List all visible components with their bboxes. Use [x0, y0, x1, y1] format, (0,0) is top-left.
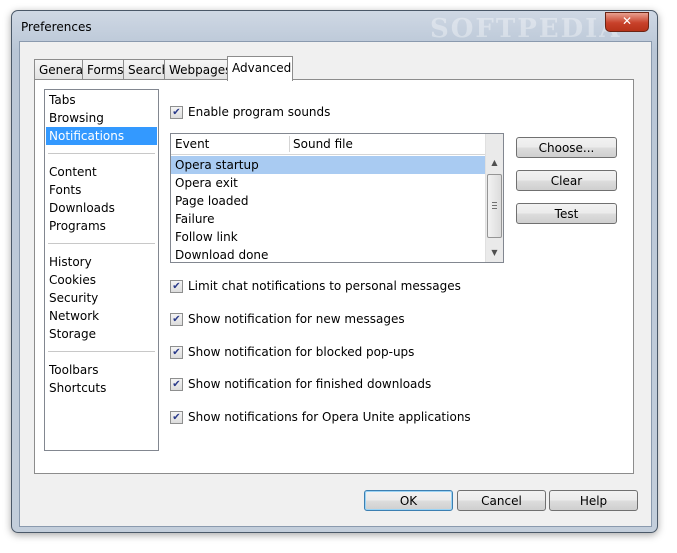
- sound-events-list[interactable]: Event Sound file Opera startup Opera exi…: [170, 133, 504, 263]
- list-separator: [48, 351, 155, 352]
- list-header: Event Sound file: [171, 134, 486, 155]
- checkbox-check-icon[interactable]: ✔: [170, 346, 183, 359]
- sidebar-item-security[interactable]: Security: [46, 289, 157, 307]
- sidebar-item-content[interactable]: Content: [46, 163, 157, 181]
- tab-advanced[interactable]: Advanced: [227, 56, 293, 81]
- checkbox-check-icon[interactable]: ✔: [170, 313, 183, 326]
- finished-downloads-label: Show notification for finished downloads: [188, 377, 432, 391]
- column-header-event[interactable]: Event: [171, 134, 209, 154]
- choose-button[interactable]: Choose...: [516, 137, 617, 158]
- list-item[interactable]: Page loaded: [171, 192, 486, 210]
- advanced-panel: Tabs Browsing Notifications Content Font…: [34, 79, 634, 474]
- softpedia-watermark: SOFTPEDIA: [430, 14, 622, 44]
- test-button[interactable]: Test: [516, 203, 617, 224]
- list-separator: [48, 153, 155, 154]
- vertical-scrollbar[interactable]: ▲ ▼: [485, 134, 503, 262]
- sidebar-item-network[interactable]: Network: [46, 307, 157, 325]
- grip-line: [492, 202, 497, 203]
- grip-line: [492, 208, 497, 209]
- sidebar-item-browsing[interactable]: Browsing: [46, 109, 157, 127]
- sidebar-item-fonts[interactable]: Fonts: [46, 181, 157, 199]
- sidebar-item-history[interactable]: History: [46, 253, 157, 271]
- enable-sounds-label: Enable program sounds: [188, 105, 331, 119]
- close-button[interactable]: ✕: [605, 12, 649, 32]
- sidebar-item-shortcuts[interactable]: Shortcuts: [46, 379, 157, 397]
- blocked-popups-label: Show notification for blocked pop-ups: [188, 345, 415, 359]
- sidebar-item-notifications[interactable]: Notifications: [46, 127, 157, 145]
- tab-webpages[interactable]: Webpages: [164, 59, 231, 80]
- list-item[interactable]: Failure: [171, 210, 486, 228]
- preferences-window: Preferences SOFTPEDIA ✕ General Forms Se…: [11, 10, 658, 533]
- list-item[interactable]: Download done: [171, 246, 486, 262]
- clear-button[interactable]: Clear: [516, 170, 617, 191]
- category-list: Tabs Browsing Notifications Content Font…: [44, 89, 159, 451]
- column-header-sound-file[interactable]: Sound file: [289, 134, 353, 154]
- tab-general[interactable]: General: [34, 59, 87, 80]
- dialog-client-area: General Forms Search Webpages Advanced T…: [19, 41, 652, 527]
- sidebar-item-downloads[interactable]: Downloads: [46, 199, 157, 217]
- scroll-up-icon[interactable]: ▲: [486, 154, 503, 171]
- sidebar-item-programs[interactable]: Programs: [46, 217, 157, 235]
- sidebar-item-toolbars[interactable]: Toolbars: [46, 361, 157, 379]
- help-button[interactable]: Help: [549, 490, 638, 511]
- sidebar-item-storage[interactable]: Storage: [46, 325, 157, 343]
- limit-chat-label: Limit chat notifications to personal mes…: [188, 279, 461, 293]
- list-separator: [48, 243, 155, 244]
- checkbox-check-icon[interactable]: ✔: [170, 378, 183, 391]
- list-item[interactable]: Opera exit: [171, 174, 486, 192]
- new-messages-label: Show notification for new messages: [188, 312, 405, 326]
- sidebar-item-tabs[interactable]: Tabs: [46, 91, 157, 109]
- sidebar-item-cookies[interactable]: Cookies: [46, 271, 157, 289]
- cancel-button[interactable]: Cancel: [457, 490, 546, 511]
- checkbox-check-icon[interactable]: ✔: [170, 411, 183, 424]
- window-title: Preferences: [21, 20, 92, 34]
- tab-search[interactable]: Search: [123, 59, 169, 80]
- grip-line: [492, 205, 497, 206]
- title-bar[interactable]: Preferences SOFTPEDIA ✕: [12, 11, 657, 44]
- checkbox-check-icon[interactable]: ✔: [170, 106, 183, 119]
- scrollbar-thumb[interactable]: [487, 174, 502, 238]
- scroll-down-icon[interactable]: ▼: [486, 244, 503, 261]
- list-item[interactable]: Follow link: [171, 228, 486, 246]
- ok-button[interactable]: OK: [364, 490, 453, 511]
- opera-unite-label: Show notifications for Opera Unite appli…: [188, 410, 471, 424]
- list-item[interactable]: Opera startup: [171, 156, 486, 174]
- checkbox-check-icon[interactable]: ✔: [170, 280, 183, 293]
- tab-forms[interactable]: Forms: [82, 59, 125, 80]
